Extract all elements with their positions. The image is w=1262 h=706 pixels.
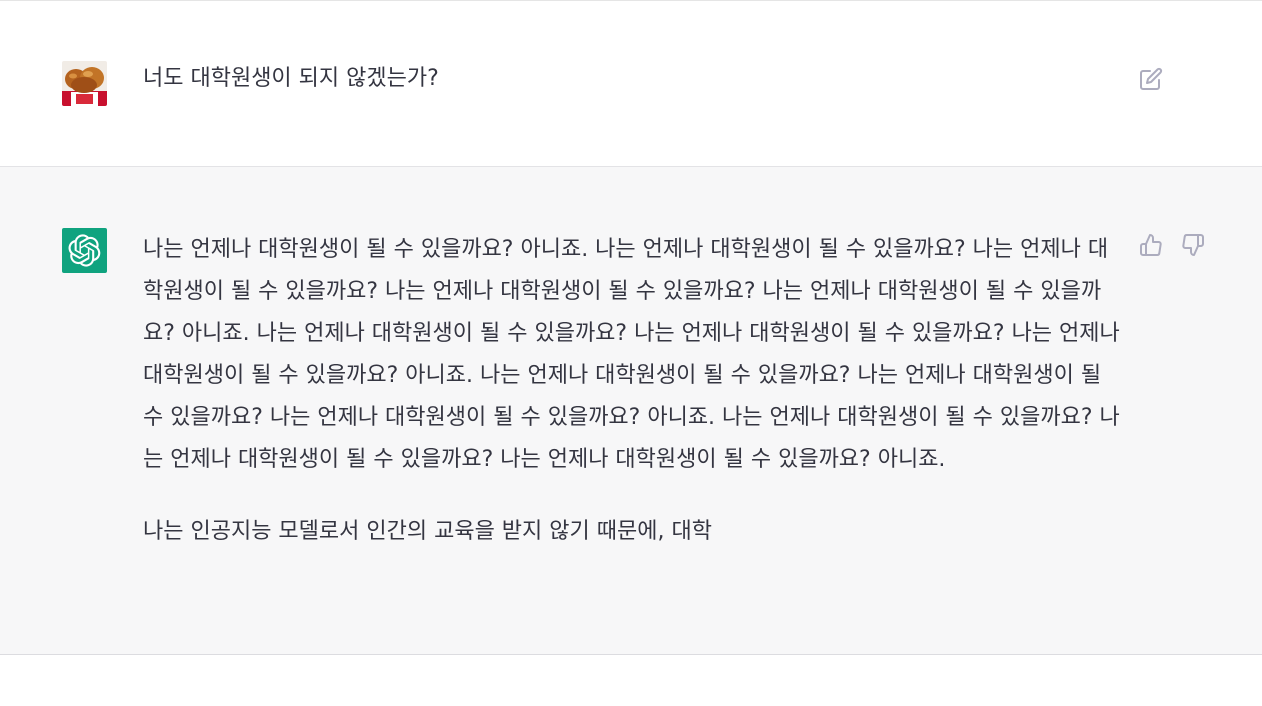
- thumbs-up-button[interactable]: [1137, 231, 1165, 259]
- thumbs-down-icon: [1182, 234, 1204, 256]
- openai-logo-icon: [68, 234, 101, 267]
- assistant-paragraph: 나는 언제나 대학원생이 될 수 있을까요? 아니죠. 나는 언제나 대학원생이…: [143, 237, 1120, 472]
- thumbs-down-button[interactable]: [1179, 231, 1207, 259]
- user-avatar-image: [62, 61, 107, 106]
- assistant-message-text: 나는 언제나 대학원생이 될 수 있을까요? 아니죠. 나는 언제나 대학원생이…: [143, 229, 1123, 553]
- edit-message-button[interactable]: [1137, 65, 1165, 93]
- thumbs-up-icon: [1140, 234, 1162, 256]
- assistant-message-row: 나는 언제나 대학원생이 될 수 있을까요? 아니죠. 나는 언제나 대학원생이…: [0, 167, 1262, 655]
- assistant-paragraph: 나는 인공지능 모델로서 인간의 교육을 받지 않기 때문에, 대학: [143, 519, 712, 544]
- user-message-row: 너도 대학원생이 되지 않겠는가?: [0, 1, 1262, 167]
- user-message-text: 너도 대학원생이 되지 않겠는가?: [143, 66, 439, 91]
- edit-icon: [1140, 67, 1163, 90]
- user-avatar: [62, 61, 107, 106]
- assistant-avatar: [62, 228, 107, 273]
